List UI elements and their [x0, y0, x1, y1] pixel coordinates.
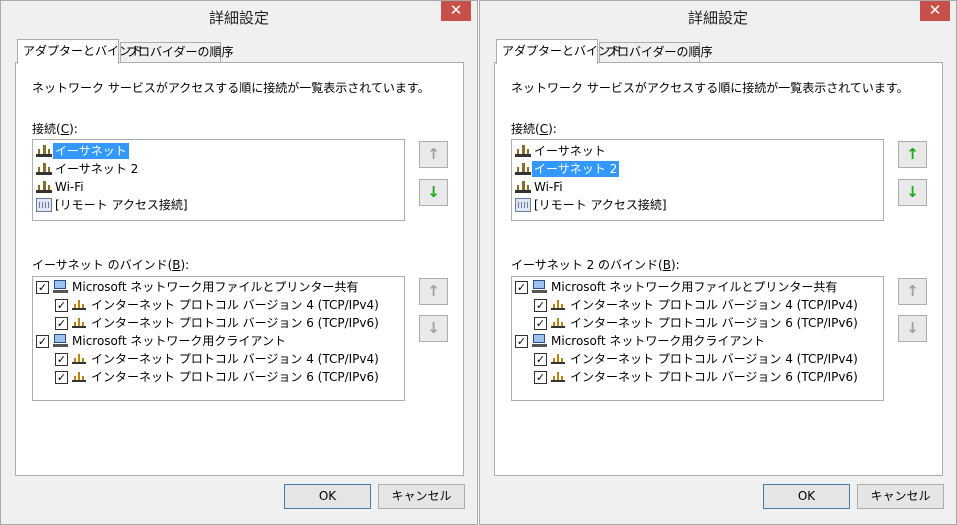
protocol-icon — [72, 299, 86, 311]
protocol-icon — [72, 317, 86, 329]
binding-label: Microsoft ネットワーク用ファイルとプリンター共有 — [551, 280, 838, 294]
binding-checkbox[interactable]: ✓ — [534, 371, 547, 384]
ok-button[interactable]: OK — [763, 484, 850, 509]
connection-label: イーサネット 2 — [55, 162, 139, 176]
tab-adapters-bindings[interactable]: アダプターとバインド — [17, 39, 143, 64]
dialog-title: 詳細設定 — [687, 9, 748, 27]
move-connection-up-button[interactable]: ↑ — [898, 141, 927, 168]
connections-listbox[interactable]: イーサネット イーサネット 2 Wi-Fi [リモート アクセス接続] — [511, 139, 884, 221]
network-adapter-icon — [36, 181, 52, 193]
remote-access-icon — [515, 198, 531, 212]
protocol-icon — [72, 371, 86, 383]
binding-label: Microsoft ネットワーク用クライアント — [72, 334, 286, 348]
network-adapter-icon — [36, 145, 52, 157]
bindings-tree[interactable]: ✓ Microsoft ネットワーク用ファイルとプリンター共有 ✓ インターネット プ… — [511, 276, 884, 401]
file-printer-sharing-icon — [532, 280, 548, 294]
advanced-settings-dialog-1: 詳細設定 ✕ アダプターとバインド プロバイダーの順序 ネットワーク サービスが… — [0, 0, 478, 525]
move-binding-down-button[interactable]: ↓ — [419, 315, 448, 342]
connections-label: 接続(C): — [511, 122, 557, 136]
remote-access-icon — [36, 198, 52, 212]
file-printer-sharing-icon — [53, 280, 69, 294]
binding-checkbox[interactable]: ✓ — [534, 317, 547, 330]
binding-label: インターネット プロトコル バージョン 6 (TCP/IPv6) — [570, 370, 858, 384]
connection-label: イーサネット 2 — [532, 161, 620, 177]
binding-label: インターネット プロトコル バージョン 6 (TCP/IPv6) — [91, 316, 379, 330]
binding-label: インターネット プロトコル バージョン 4 (TCP/IPv4) — [570, 298, 858, 312]
binding-checkbox[interactable]: ✓ — [534, 299, 547, 312]
network-client-icon — [532, 334, 548, 348]
binding-label: Microsoft ネットワーク用クライアント — [551, 334, 765, 348]
move-connection-up-button[interactable]: ↑ — [419, 141, 448, 168]
connections-listbox[interactable]: イーサネット イーサネット 2 Wi-Fi [リモート アクセス接続] — [32, 139, 405, 221]
connection-label: Wi-Fi — [55, 180, 84, 194]
title-bar[interactable]: 詳細設定 ✕ — [480, 1, 956, 33]
tab-panel: ネットワーク サービスがアクセスする順に接続が一覧表示されています。 接続(C)… — [494, 62, 943, 476]
binding-label: インターネット プロトコル バージョン 6 (TCP/IPv6) — [570, 316, 858, 330]
binding-checkbox[interactable]: ✓ — [36, 281, 49, 294]
move-binding-down-button[interactable]: ↓ — [898, 315, 927, 342]
dialog-title: 詳細設定 — [208, 9, 269, 27]
network-adapter-icon — [515, 145, 531, 157]
connection-label: イーサネット — [534, 144, 606, 158]
protocol-icon — [72, 353, 86, 365]
close-button[interactable]: ✕ — [920, 1, 950, 21]
connections-label: 接続(C): — [32, 122, 78, 136]
binding-checkbox[interactable]: ✓ — [515, 281, 528, 294]
move-connection-down-button[interactable]: ↓ — [419, 179, 448, 206]
network-client-icon — [53, 334, 69, 348]
description-text: ネットワーク サービスがアクセスする順に接続が一覧表示されています。 — [32, 81, 430, 95]
network-adapter-icon — [515, 181, 531, 193]
binding-label: インターネット プロトコル バージョン 4 (TCP/IPv4) — [91, 352, 379, 366]
advanced-settings-dialog-2: 詳細設定 ✕ アダプターとバインド プロバイダーの順序 ネットワーク サービスが… — [479, 0, 957, 525]
connection-label: [リモート アクセス接続] — [55, 198, 188, 212]
binding-checkbox[interactable]: ✓ — [534, 353, 547, 366]
binding-label: インターネット プロトコル バージョン 6 (TCP/IPv6) — [91, 370, 379, 384]
binding-checkbox[interactable]: ✓ — [55, 353, 68, 366]
connection-label: Wi-Fi — [534, 180, 563, 194]
network-adapter-icon — [36, 163, 52, 175]
cancel-button[interactable]: キャンセル — [378, 484, 465, 509]
ok-button[interactable]: OK — [284, 484, 371, 509]
binding-checkbox[interactable]: ✓ — [55, 317, 68, 330]
binding-label: インターネット プロトコル バージョン 4 (TCP/IPv4) — [91, 298, 379, 312]
move-connection-down-button[interactable]: ↓ — [898, 179, 927, 206]
binding-label: インターネット プロトコル バージョン 4 (TCP/IPv4) — [570, 352, 858, 366]
tab-panel: ネットワーク サービスがアクセスする順に接続が一覧表示されています。 接続(C)… — [15, 62, 464, 476]
bindings-label: イーサネット 2 のバインド(B): — [511, 258, 680, 272]
protocol-icon — [551, 317, 565, 329]
connection-label: [リモート アクセス接続] — [534, 198, 667, 212]
tab-adapters-bindings[interactable]: アダプターとバインド — [496, 39, 622, 64]
binding-checkbox[interactable]: ✓ — [55, 299, 68, 312]
connection-label: イーサネット — [53, 143, 129, 159]
protocol-icon — [551, 353, 565, 365]
bindings-tree[interactable]: ✓ Microsoft ネットワーク用ファイルとプリンター共有 ✓ インターネット プ… — [32, 276, 405, 401]
binding-label: Microsoft ネットワーク用ファイルとプリンター共有 — [72, 280, 359, 294]
move-binding-up-button[interactable]: ↑ — [419, 278, 448, 305]
protocol-icon — [551, 299, 565, 311]
close-button[interactable]: ✕ — [441, 1, 471, 21]
network-adapter-icon — [515, 163, 531, 175]
title-bar[interactable]: 詳細設定 ✕ — [1, 1, 477, 33]
description-text: ネットワーク サービスがアクセスする順に接続が一覧表示されています。 — [511, 81, 909, 95]
bindings-label: イーサネット のバインド(B): — [32, 258, 190, 272]
move-binding-up-button[interactable]: ↑ — [898, 278, 927, 305]
binding-checkbox[interactable]: ✓ — [515, 335, 528, 348]
binding-checkbox[interactable]: ✓ — [36, 335, 49, 348]
cancel-button[interactable]: キャンセル — [857, 484, 944, 509]
protocol-icon — [551, 371, 565, 383]
binding-checkbox[interactable]: ✓ — [55, 371, 68, 384]
